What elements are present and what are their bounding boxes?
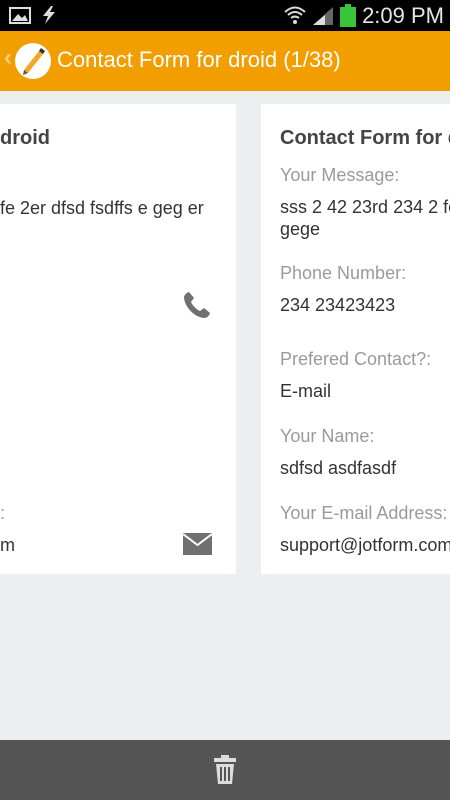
trash-icon[interactable] [213,755,237,785]
signal-icon [313,7,333,25]
clock: 2:09 PM [362,3,444,28]
page-title: Contact Form for droid (1/38) [57,47,341,72]
status-bar: 2:09 PM [0,0,450,31]
card-title: Contact Form for droid [280,127,450,149]
flash-icon [43,6,55,24]
message-label: Your Message: [280,165,400,185]
email-label: : [0,503,6,523]
message-value: sss 2 42 23rd 234 2 fe 2er dfsd fsdffs e… [280,197,450,217]
email-value: m [0,535,15,555]
email-value: support@jotform.com [280,535,450,555]
email-label: Your E-mail Address: [280,503,448,523]
name-value: sdfsd asdfasdf [280,458,397,478]
pen-logo-icon [23,48,45,75]
image-icon [9,7,31,24]
message-value: fe 2er dfsd fsdffs e geg er [0,198,204,218]
preferred-contact-label: Prefered Contact?: [280,349,432,369]
preferred-contact-value: E-mail [280,381,332,401]
submission-card-previous[interactable]: droid fe 2er dfsd fsdffs e geg er : m [0,104,236,574]
submission-card-current[interactable]: Contact Form for droid Your Message: sss… [261,104,450,574]
action-bar: ‹ Contact Form for droid (1/38) [0,31,450,91]
phone-value: 234 23423423 [280,295,396,315]
app-logo[interactable] [15,43,51,79]
bottom-bar [0,740,450,800]
name-label: Your Name: [280,426,375,446]
card-title: droid [0,127,50,149]
phone-label: Phone Number: [280,263,407,283]
back-chevron-icon[interactable]: ‹ [4,44,12,72]
battery-icon [340,4,356,27]
mail-icon[interactable] [183,533,212,555]
message-value-line2: gege [280,219,321,239]
wifi-icon [284,6,306,24]
phone-icon[interactable] [182,290,212,320]
